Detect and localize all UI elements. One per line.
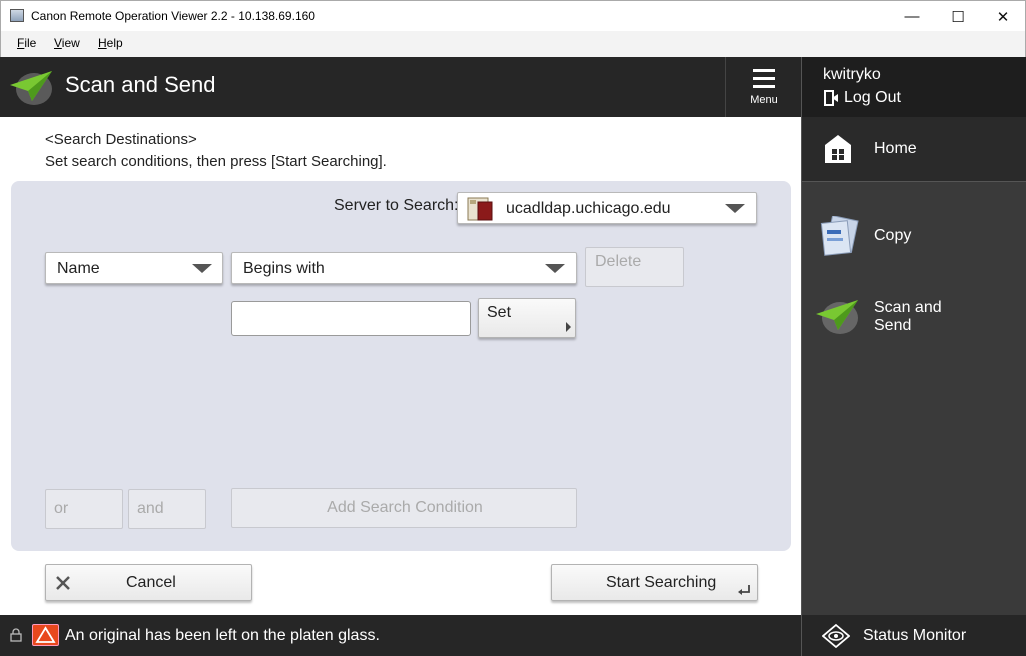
menu-button[interactable]: Menu <box>725 57 801 117</box>
username: kwitryko <box>823 66 881 83</box>
sidebar-item-copy[interactable]: Copy <box>802 212 1026 262</box>
add-search-condition-label: Add Search Condition <box>327 499 483 516</box>
instruction-text: Set search conditions, then press [Start… <box>45 153 387 170</box>
server-dropdown[interactable]: ucadldap.uchicago.edu <box>457 192 757 224</box>
scan-send-logo-icon <box>10 71 52 105</box>
set-button-label: Set <box>487 304 512 321</box>
enter-arrow-icon <box>738 585 750 595</box>
minimize-icon: — <box>904 8 920 25</box>
copy-icon <box>820 216 859 256</box>
logout-icon <box>824 90 838 106</box>
start-searching-label: Start Searching <box>606 574 717 591</box>
page-title: Scan and Send <box>65 72 216 97</box>
window-title: Canon Remote Operation Viewer 2.2 - 10.1… <box>31 9 315 23</box>
condition-operator-dropdown[interactable]: Begins with <box>231 252 577 284</box>
user-box: kwitryko Log Out <box>801 57 1026 117</box>
close-icon: ✕ <box>996 8 1010 26</box>
delete-button-label: Delete <box>595 253 642 270</box>
home-icon <box>825 135 851 163</box>
delete-button[interactable]: Delete <box>585 247 684 287</box>
sidebar-item-home[interactable]: Home <box>802 117 1026 182</box>
sidebar-item-scan-send-label-1: Scan and <box>874 299 942 316</box>
scan-send-icon <box>816 300 858 334</box>
menu-bar: File View Help <box>0 31 1026 57</box>
server-label: Server to Search: <box>334 197 459 214</box>
chevron-down-icon <box>545 264 565 273</box>
server-value: ucadldap.uchicago.edu <box>506 200 671 217</box>
triangle-right-icon <box>566 322 571 332</box>
status-monitor-button[interactable]: Status Monitor <box>801 615 1026 656</box>
chevron-down-icon <box>725 204 745 213</box>
menu-view[interactable]: View <box>54 36 80 50</box>
side-panel: Home Copy Scan and Send <box>801 117 1026 615</box>
maximize-icon: ☐ <box>951 8 965 26</box>
menu-help[interactable]: Help <box>98 36 123 50</box>
close-button[interactable]: ✕ <box>980 1 1026 32</box>
set-button[interactable]: Set <box>478 298 576 338</box>
or-button-label: or <box>54 500 69 517</box>
condition-field-value: Name <box>57 260 100 277</box>
sidebar-item-home-label: Home <box>874 140 917 157</box>
maximize-button[interactable]: ☐ <box>935 1 981 32</box>
minimize-button[interactable]: — <box>889 1 935 32</box>
or-button[interactable]: or <box>45 489 123 529</box>
cancel-button-label: Cancel <box>126 574 176 591</box>
start-searching-button[interactable]: Start Searching <box>551 564 758 601</box>
sidebar-item-scan-send-label-2: Send <box>874 317 912 334</box>
sidebar-item-scan-and-send[interactable]: Scan and Send <box>802 292 1026 342</box>
logout-label: Log Out <box>844 89 901 106</box>
app-icon <box>10 9 24 22</box>
status-bar: An original has been left on the platen … <box>0 615 801 656</box>
lock-icon <box>10 628 22 642</box>
logout-button[interactable]: Log Out <box>823 89 901 107</box>
close-icon <box>56 576 70 590</box>
menu-file[interactable]: File <box>17 36 36 50</box>
condition-operator-value: Begins with <box>243 260 325 277</box>
status-monitor-icon <box>822 624 850 648</box>
status-message: An original has been left on the platen … <box>65 627 380 644</box>
search-value-input[interactable] <box>231 301 471 336</box>
status-monitor-label: Status Monitor <box>863 627 967 644</box>
app-header: Scan and Send Menu <box>0 57 801 117</box>
add-search-condition-button[interactable]: Add Search Condition <box>231 488 577 528</box>
and-button-label: and <box>137 500 164 517</box>
instruction-heading: <Search Destinations> <box>45 131 197 148</box>
chevron-down-icon <box>192 264 212 273</box>
warning-icon[interactable] <box>32 624 59 646</box>
menu-button-label: Menu <box>750 94 778 106</box>
sidebar-item-copy-label: Copy <box>874 227 912 244</box>
condition-field-dropdown[interactable]: Name <box>45 252 223 284</box>
and-button[interactable]: and <box>128 489 206 529</box>
title-bar: Canon Remote Operation Viewer 2.2 - 10.1… <box>0 0 1026 31</box>
hamburger-icon <box>753 69 775 93</box>
cancel-button[interactable]: Cancel <box>45 564 252 601</box>
address-book-icon <box>467 197 493 221</box>
